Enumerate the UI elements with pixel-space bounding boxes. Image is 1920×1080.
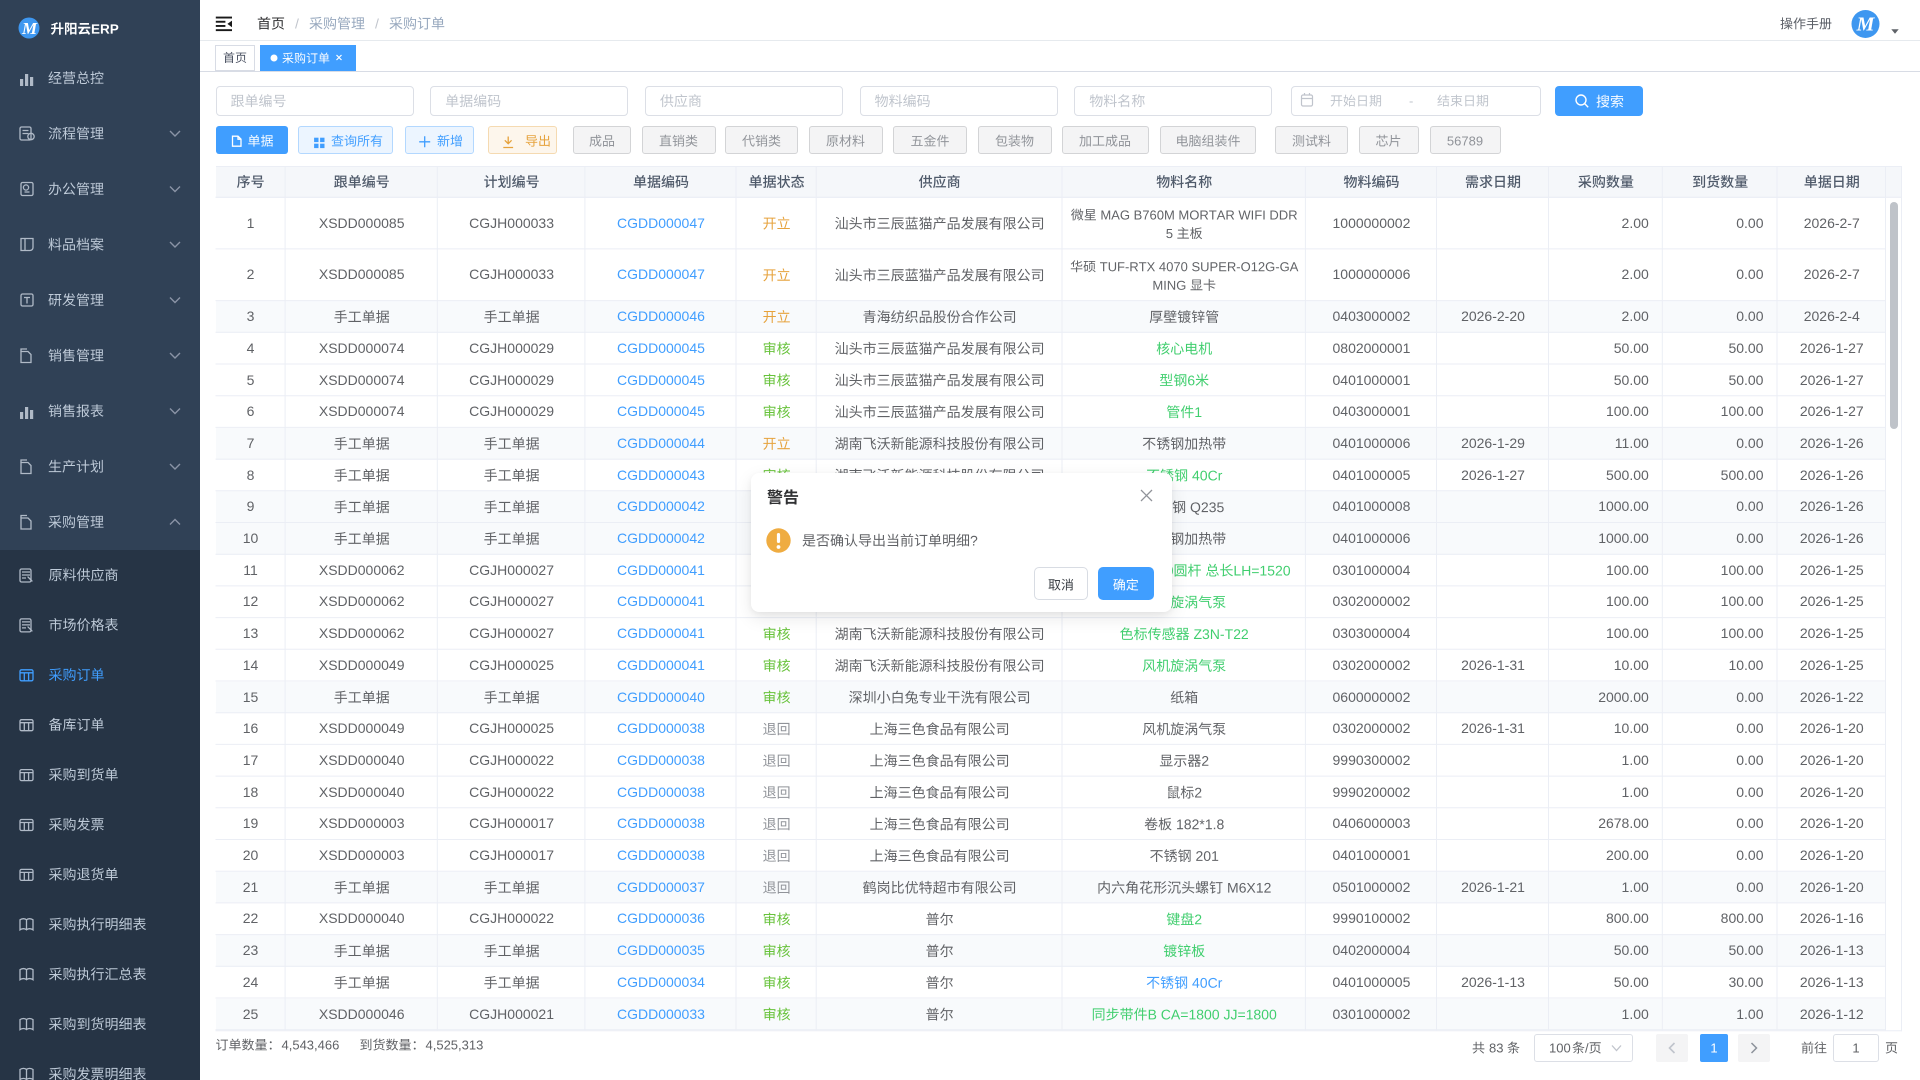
svg-text:4,525,313: 4,525,313: [426, 1038, 484, 1053]
svg-text:83: 83: [1489, 1041, 1503, 1056]
svg-text:4,543,466: 4,543,466: [282, 1038, 340, 1053]
